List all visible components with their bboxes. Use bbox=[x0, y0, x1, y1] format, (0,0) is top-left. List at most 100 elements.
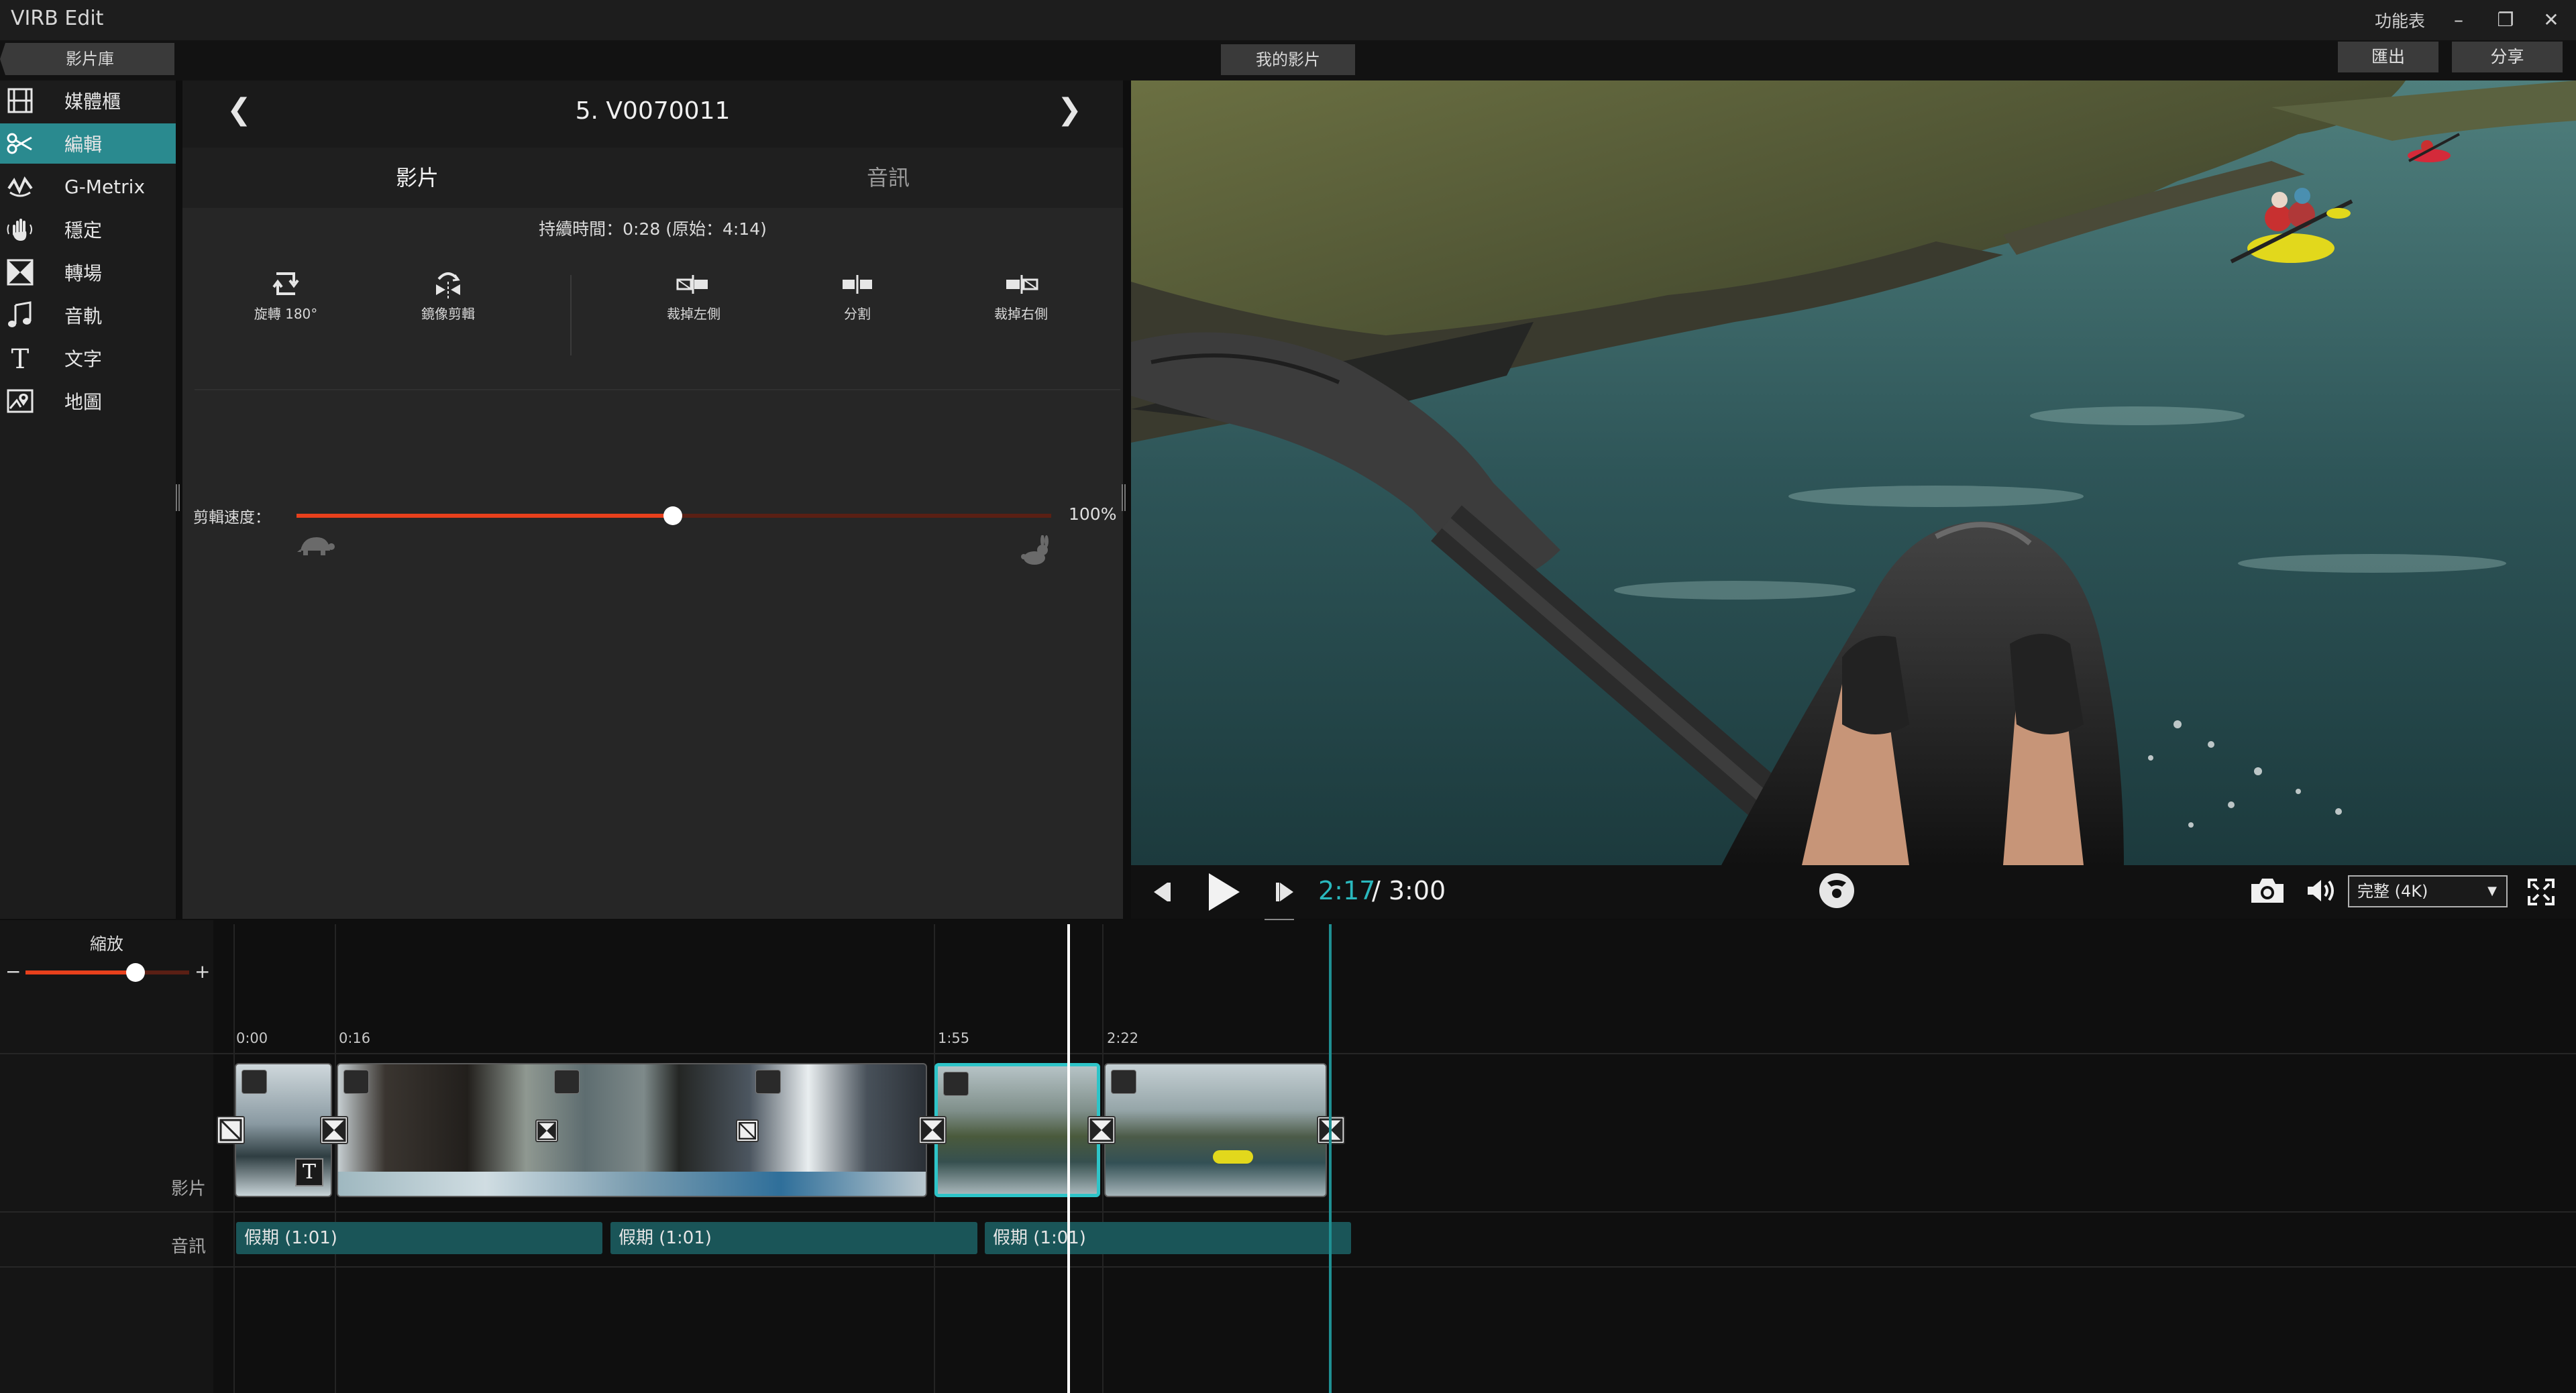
snapshot-button[interactable] bbox=[2249, 876, 2286, 908]
turtle-icon bbox=[297, 533, 335, 560]
minimize-button[interactable]: – bbox=[2442, 5, 2475, 35]
zoom-slider-knob[interactable] bbox=[126, 963, 145, 982]
time-tick: 2:22 bbox=[1107, 1030, 1139, 1046]
next-clip-button[interactable]: ❯ bbox=[1057, 93, 1082, 127]
transition-icon[interactable] bbox=[535, 1119, 558, 1142]
tool-label: 鏡像剪輯 bbox=[421, 306, 475, 322]
gmetrix-badge-icon bbox=[1111, 1070, 1136, 1094]
rotate-180-button[interactable]: 旋轉 180° bbox=[232, 267, 339, 323]
video-clip[interactable]: T bbox=[235, 1063, 332, 1197]
kayak-thumbnail-mark bbox=[1213, 1150, 1253, 1164]
video-clip[interactable] bbox=[1104, 1063, 1327, 1197]
zoom-label: 縮放 bbox=[89, 934, 123, 954]
tool-label: 旋轉 180° bbox=[254, 306, 318, 322]
gmetrix-badge-icon bbox=[343, 1070, 369, 1094]
music-note-icon bbox=[0, 295, 40, 335]
stabilize-hand-icon bbox=[0, 209, 40, 249]
transition-none-icon[interactable] bbox=[736, 1119, 759, 1142]
previous-frame-button[interactable] bbox=[1148, 879, 1173, 908]
text-overlay-badge[interactable]: T bbox=[295, 1158, 323, 1186]
playhead[interactable] bbox=[1067, 924, 1070, 1393]
sidebar-item-music[interactable]: 音軌 bbox=[0, 295, 176, 335]
split-button[interactable]: 分割 bbox=[804, 267, 911, 323]
previous-clip-button[interactable]: ❮ bbox=[227, 93, 252, 127]
mirror-clip-button[interactable]: 鏡像剪輯 bbox=[394, 267, 502, 323]
track-divider bbox=[0, 1266, 2576, 1268]
clip-speed-slider-knob[interactable] bbox=[663, 506, 682, 525]
title-bar bbox=[0, 0, 2576, 40]
volume-button[interactable] bbox=[2305, 877, 2337, 907]
transition-icon[interactable] bbox=[1087, 1116, 1116, 1144]
trim-left-icon bbox=[676, 275, 708, 294]
clip-speed-value: 100% bbox=[1069, 504, 1117, 524]
mirror-icon bbox=[436, 272, 460, 299]
sidebar-item-stabilize[interactable]: 穩定 bbox=[0, 209, 176, 249]
share-button[interactable]: 分享 bbox=[2452, 42, 2563, 72]
tool-label: 裁掉右側 bbox=[994, 306, 1048, 322]
my-movie-tab[interactable]: 我的影片 bbox=[1221, 44, 1355, 75]
zoom-out-button[interactable]: − bbox=[5, 960, 21, 983]
play-button[interactable] bbox=[1205, 871, 1242, 916]
zoom-in-button[interactable]: + bbox=[195, 960, 210, 983]
video-preview[interactable] bbox=[1131, 80, 2576, 865]
sidebar-item-map[interactable]: 地圖 bbox=[0, 381, 176, 421]
quality-select-value: 完整 (4K) bbox=[2357, 882, 2428, 901]
library-back-tab[interactable]: 影片庫 bbox=[0, 43, 174, 75]
audio-clip[interactable]: 假期 (1:01) bbox=[985, 1222, 1351, 1254]
audio-clip[interactable]: 假期 (1:01) bbox=[236, 1222, 602, 1254]
track-divider bbox=[0, 1211, 2576, 1213]
tab-video[interactable]: 影片 bbox=[182, 161, 652, 192]
sidebar-item-media[interactable]: 媒體櫃 bbox=[0, 80, 176, 121]
clip-speed-label: 剪輯速度： bbox=[193, 509, 270, 526]
sidebar-item-edit[interactable]: 編輯 bbox=[0, 123, 176, 164]
video-clip[interactable] bbox=[337, 1063, 927, 1197]
sidebar-item-text[interactable]: T 文字 bbox=[0, 338, 176, 378]
clip-duration: 持續時間：0:28 (原始：4:14) bbox=[539, 219, 767, 239]
video-clip-selected[interactable] bbox=[934, 1063, 1100, 1197]
video-track-label: 影片 bbox=[171, 1179, 207, 1199]
audio-clip[interactable]: 假期 (1:01) bbox=[610, 1222, 977, 1254]
restore-button[interactable]: ❐ bbox=[2489, 5, 2522, 35]
tab-audio[interactable]: 音訊 bbox=[653, 161, 1123, 192]
kayak-scene-image bbox=[1131, 80, 2576, 865]
time-tick: 0:16 bbox=[339, 1030, 371, 1046]
sidebar-item-label: 媒體櫃 bbox=[64, 91, 121, 113]
quality-select[interactable]: 完整 (4K) ▼ bbox=[2348, 875, 2508, 907]
transition-none-icon[interactable] bbox=[217, 1116, 245, 1144]
speaker-icon bbox=[2308, 880, 2334, 901]
trim-right-button[interactable]: 裁掉右側 bbox=[967, 267, 1075, 323]
transition-icon[interactable] bbox=[320, 1116, 348, 1144]
time-tick: 1:55 bbox=[938, 1030, 970, 1046]
tool-label: 分割 bbox=[844, 306, 871, 322]
sidebar-item-transition[interactable]: 轉場 bbox=[0, 252, 176, 292]
sidebar-item-label: G-Metrix bbox=[64, 175, 146, 198]
panel-resize-handle-left[interactable] bbox=[176, 484, 180, 511]
gmetrix-badge-icon bbox=[755, 1070, 781, 1094]
menu-button[interactable]: 功能表 bbox=[2375, 8, 2425, 32]
sidebar-item-label: 穩定 bbox=[64, 219, 103, 241]
rabbit-icon bbox=[1020, 535, 1052, 569]
trim-right-icon bbox=[1006, 275, 1038, 294]
sidebar-item-label: 文字 bbox=[64, 348, 103, 370]
panel-resize-handle-right[interactable] bbox=[1122, 484, 1126, 511]
audio-track-label: 音訊 bbox=[171, 1237, 207, 1257]
close-button[interactable]: ✕ bbox=[2534, 5, 2568, 35]
fullscreen-icon bbox=[2528, 879, 2555, 905]
transition-icon[interactable] bbox=[918, 1116, 947, 1144]
export-button[interactable]: 匯出 bbox=[2338, 42, 2438, 72]
track-labels bbox=[0, 1054, 213, 1393]
tools-divider bbox=[570, 275, 572, 355]
next-frame-button[interactable] bbox=[1273, 879, 1297, 908]
tool-label: 裁掉左側 bbox=[667, 306, 720, 322]
gmetrix-badge-icon bbox=[554, 1070, 580, 1094]
view-mode-button[interactable] bbox=[1818, 872, 1856, 912]
ruler-divider bbox=[0, 1053, 2576, 1054]
tools-separator bbox=[195, 389, 1120, 390]
trim-left-button[interactable]: 裁掉左側 bbox=[640, 267, 747, 323]
step-back-icon bbox=[1154, 883, 1171, 901]
fullscreen-button[interactable] bbox=[2526, 877, 2556, 909]
transition-icon bbox=[0, 252, 40, 292]
current-time: 2:17 bbox=[1318, 876, 1376, 905]
sidebar-item-label: 音軌 bbox=[64, 305, 103, 327]
sidebar-item-gmetrix[interactable]: G-Metrix bbox=[0, 166, 176, 207]
